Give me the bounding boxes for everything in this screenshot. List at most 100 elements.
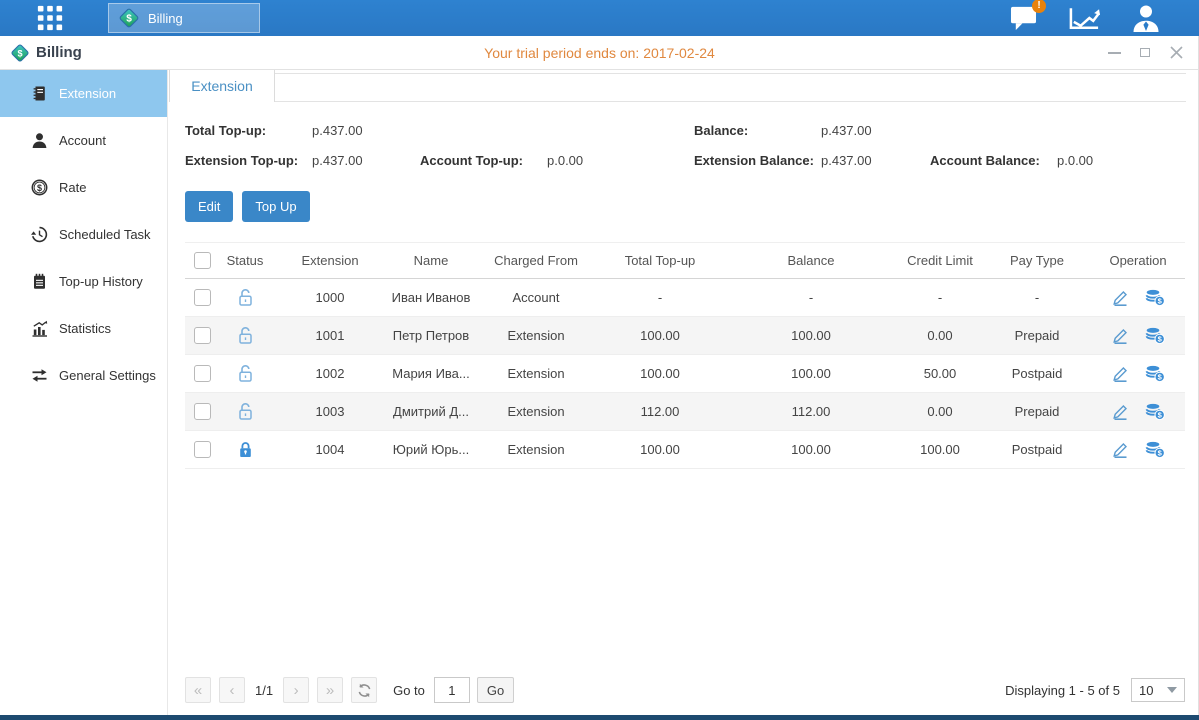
top-up-icon[interactable]: $: [1145, 365, 1165, 382]
trial-notice: Your trial period ends on: 2017-02-24: [0, 45, 1199, 61]
taskbar-item-billing[interactable]: $ Billing: [108, 3, 260, 33]
svg-text:$: $: [36, 183, 41, 193]
cell-name: Петр Петров: [385, 317, 477, 355]
page-size-select[interactable]: 10: [1131, 678, 1185, 702]
cell-name: Дмитрий Д...: [385, 393, 477, 431]
maximize-button[interactable]: [1138, 46, 1152, 60]
cell-pay-type: Postpaid: [983, 355, 1091, 393]
select-all-checkbox[interactable]: [194, 252, 211, 269]
edit-icon[interactable]: [1112, 289, 1129, 306]
window-bottom-strip: [0, 715, 1199, 720]
account-top-up-value: p.0.00: [547, 153, 583, 168]
cell-charged-from: Extension: [477, 355, 595, 393]
column-header-balance: Balance: [725, 243, 897, 279]
account-top-up-label: Account Top-up:: [420, 153, 547, 168]
top-up-button[interactable]: Top Up: [242, 191, 309, 222]
column-header-charged-from: Charged From: [477, 243, 595, 279]
cell-pay-type: -: [983, 279, 1091, 317]
sidebar-item-label: Top-up History: [59, 274, 143, 289]
cell-name: Юрий Юрь...: [385, 431, 477, 469]
cell-extension: 1003: [275, 393, 385, 431]
column-header-credit-limit: Credit Limit: [897, 243, 983, 279]
user-icon[interactable]: [1131, 4, 1161, 32]
sidebar-item-account[interactable]: Account: [0, 117, 167, 164]
cell-charged-from: Extension: [477, 431, 595, 469]
refresh-button[interactable]: [351, 677, 377, 703]
locked-icon: [237, 440, 254, 459]
top-up-icon[interactable]: $: [1145, 289, 1165, 306]
cell-credit-limit: 0.00: [897, 393, 983, 431]
cell-extension: 1002: [275, 355, 385, 393]
person-icon: [30, 132, 48, 149]
top-up-icon[interactable]: $: [1145, 403, 1165, 420]
balance-summary: Total Top-up:p.437.00 Balance:p.437.00 E…: [185, 123, 1190, 168]
sidebar-item-scheduled-task[interactable]: Scheduled Task: [0, 211, 167, 258]
first-page-button[interactable]: «: [185, 677, 211, 703]
edit-icon[interactable]: [1112, 365, 1129, 382]
close-button[interactable]: [1169, 46, 1183, 60]
sidebar-item-rate[interactable]: $Rate: [0, 164, 167, 211]
table-row: 1003Дмитрий Д...Extension112.00112.000.0…: [185, 393, 1185, 431]
cell-name: Мария Ива...: [385, 355, 477, 393]
last-page-button[interactable]: »: [317, 677, 343, 703]
app-grid-icon[interactable]: [36, 4, 64, 32]
column-header-operation: Operation: [1091, 243, 1185, 279]
notepad-icon: [30, 273, 48, 290]
edit-icon[interactable]: [1112, 441, 1129, 458]
chat-icon[interactable]: !: [1009, 5, 1038, 31]
top-up-icon[interactable]: $: [1145, 327, 1165, 344]
cell-total-top-up: 112.00: [595, 393, 725, 431]
go-button[interactable]: Go: [477, 677, 514, 703]
row-checkbox[interactable]: [194, 327, 211, 344]
window-titlebar: $ Billing Your trial period ends on: 201…: [0, 36, 1199, 70]
prev-page-button[interactable]: ‹: [219, 677, 245, 703]
next-page-button[interactable]: ›: [283, 677, 309, 703]
line-chart-icon[interactable]: [1068, 5, 1101, 31]
billing-diamond-icon: $: [118, 7, 140, 29]
svg-text:$: $: [126, 14, 132, 25]
pagination-bar: « ‹ 1/1 › » Go to Go Displaying 1 - 5 of…: [168, 677, 1199, 716]
unlocked-icon: [237, 364, 254, 383]
cell-extension: 1000: [275, 279, 385, 317]
top-up-icon[interactable]: $: [1145, 441, 1165, 458]
extension-balance-value: p.437.00: [821, 153, 872, 168]
ledger-icon: [30, 85, 48, 102]
sidebar-item-extension[interactable]: Extension: [0, 70, 167, 117]
column-header-total-top-up: Total Top-up: [595, 243, 725, 279]
edit-button[interactable]: Edit: [185, 191, 233, 222]
window-title: Billing: [36, 44, 82, 61]
row-checkbox[interactable]: [194, 403, 211, 420]
account-balance-value: p.0.00: [1057, 153, 1093, 168]
cell-name: Иван Иванов: [385, 279, 477, 317]
edit-icon[interactable]: [1112, 403, 1129, 420]
sidebar-item-statistics[interactable]: Statistics: [0, 305, 167, 352]
balance-value: p.437.00: [821, 123, 872, 138]
tab-extension[interactable]: Extension: [169, 70, 275, 102]
cell-balance: -: [725, 279, 897, 317]
goto-label: Go to: [393, 683, 425, 698]
goto-page-input[interactable]: [434, 677, 470, 703]
unlocked-icon: [237, 402, 254, 421]
row-checkbox[interactable]: [194, 289, 211, 306]
billing-diamond-icon: $: [10, 43, 30, 63]
notification-badge: !: [1032, 0, 1046, 13]
edit-icon[interactable]: [1112, 327, 1129, 344]
cell-charged-from: Extension: [477, 393, 595, 431]
account-balance-label: Account Balance:: [930, 153, 1057, 168]
sidebar-item-general-settings[interactable]: General Settings: [0, 352, 167, 399]
tab-bar: Extension: [168, 70, 1199, 102]
displaying-text: Displaying 1 - 5 of 5: [1005, 683, 1120, 698]
cell-balance: 100.00: [725, 317, 897, 355]
taskbar-item-label: Billing: [148, 11, 183, 26]
sidebar-item-top-up-history[interactable]: Top-up History: [0, 258, 167, 305]
caret-down-icon: [1167, 687, 1177, 693]
bar-chart-icon: [30, 320, 48, 337]
cell-total-top-up: 100.00: [595, 317, 725, 355]
column-header-pay-type: Pay Type: [983, 243, 1091, 279]
minimize-button[interactable]: [1107, 46, 1121, 60]
main-content: Extension Total Top-up:p.437.00 Balance:…: [168, 70, 1199, 716]
table-row: 1000Иван ИвановAccount----$: [185, 279, 1185, 317]
row-checkbox[interactable]: [194, 365, 211, 382]
svg-text:$: $: [17, 48, 22, 58]
row-checkbox[interactable]: [194, 441, 211, 458]
